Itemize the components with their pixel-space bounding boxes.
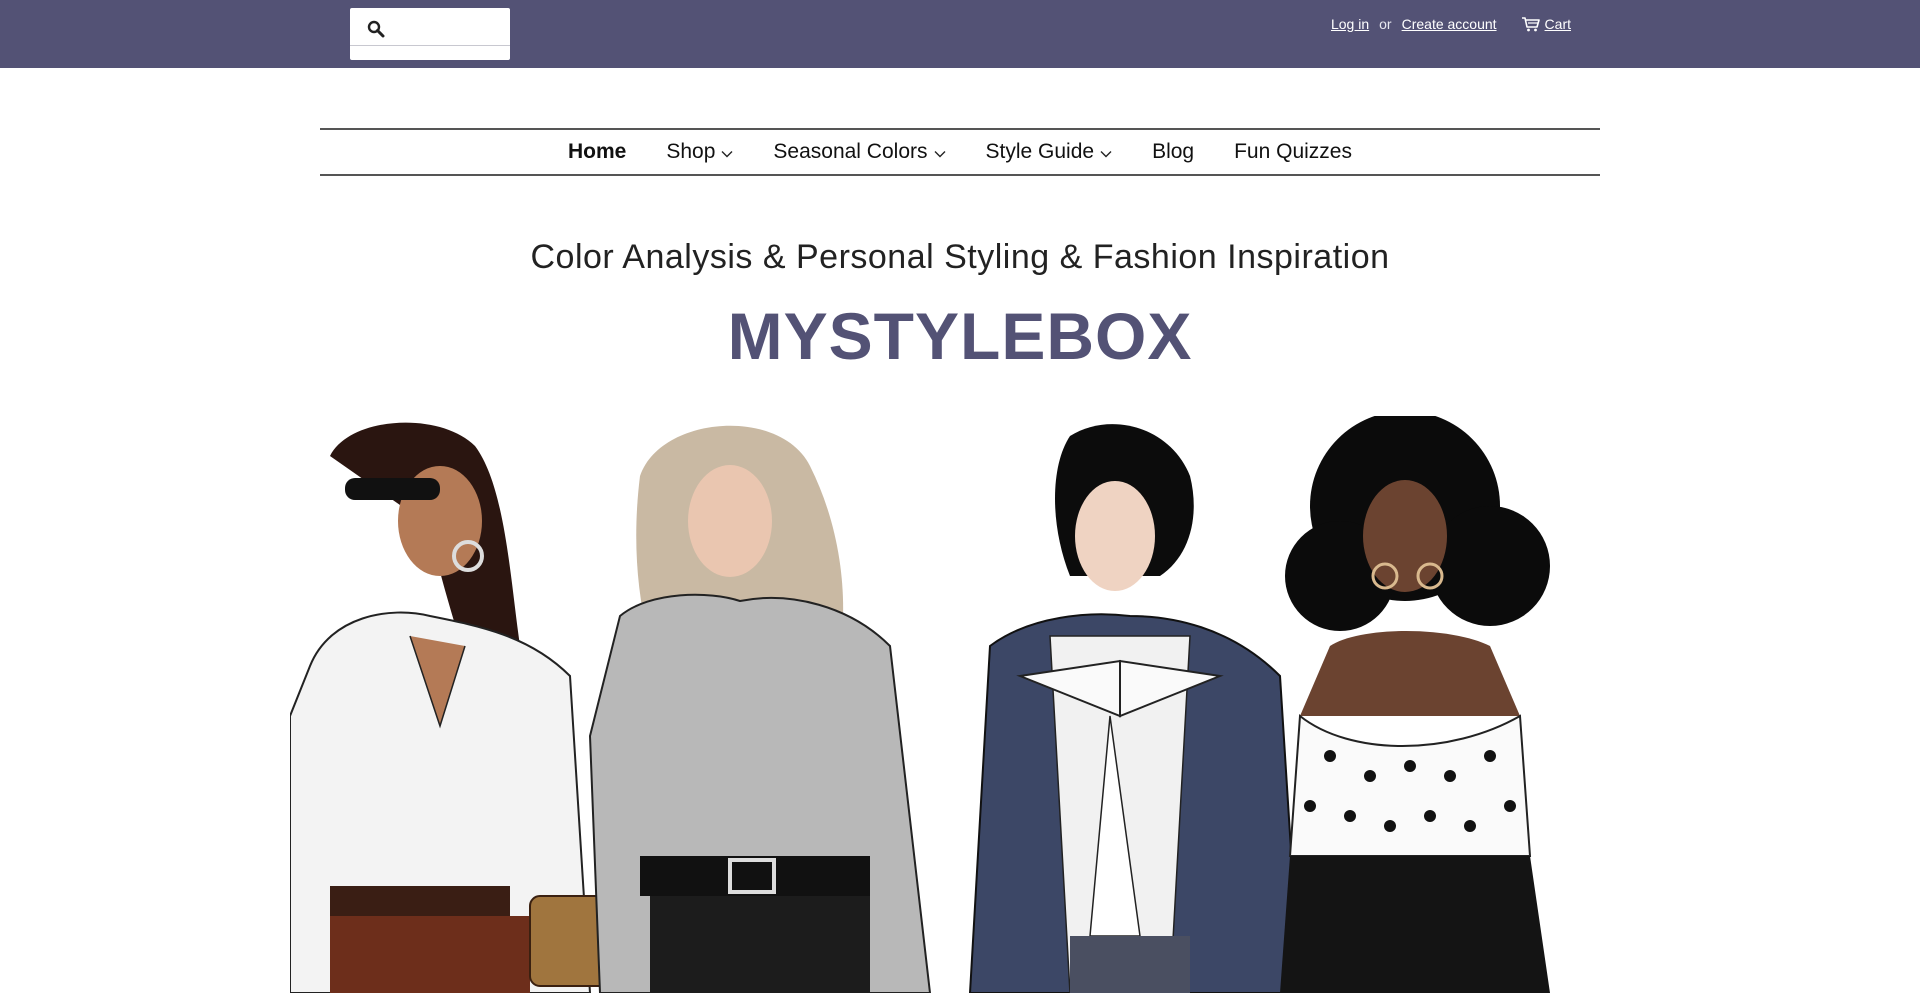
nav-item-fun-quizzes[interactable]: Fun Quizzes xyxy=(1214,140,1372,164)
account-links: Log in or Create account Cart xyxy=(1331,14,1571,34)
site-tagline: Color Analysis & Personal Styling & Fash… xyxy=(530,238,1390,276)
fashion-illustration-icon xyxy=(290,416,1550,993)
figure-3 xyxy=(968,424,1302,993)
chevron-down-icon xyxy=(721,150,733,157)
cart-icon[interactable] xyxy=(1521,16,1541,32)
nav-item-label: Seasonal Colors xyxy=(773,140,928,163)
search-divider xyxy=(350,45,510,46)
nav-item-blog[interactable]: Blog xyxy=(1132,140,1214,164)
nav-item-style-guide[interactable]: Style Guide xyxy=(966,140,1133,164)
cart-link[interactable]: Cart xyxy=(1545,16,1571,32)
nav-item-label: Fun Quizzes xyxy=(1234,140,1352,163)
login-link[interactable]: Log in xyxy=(1331,16,1369,32)
search-input[interactable] xyxy=(394,14,504,44)
create-account-link[interactable]: Create account xyxy=(1402,16,1497,32)
site-logo-title[interactable]: MYSTYLEBOX xyxy=(0,298,1920,374)
chevron-down-icon xyxy=(934,150,945,157)
nav-item-label: Home xyxy=(568,140,627,163)
nav-item-home[interactable]: Home xyxy=(548,140,646,164)
nav-item-seasonal-colors[interactable]: Seasonal Colors xyxy=(753,140,965,164)
figure-4 xyxy=(1280,416,1550,993)
hero-image xyxy=(290,416,1630,993)
nav-item-label: Style Guide xyxy=(985,140,1095,163)
figure-1 xyxy=(290,422,611,993)
nav-item-shop[interactable]: Shop xyxy=(646,140,753,164)
search-box[interactable] xyxy=(350,8,510,60)
top-bar: Log in or Create account Cart xyxy=(0,0,1920,68)
search-icon[interactable] xyxy=(366,19,386,39)
main-navigation: Home Shop Seasonal Colors Style Guide Bl… xyxy=(320,128,1600,176)
chevron-down-icon xyxy=(1100,150,1112,157)
cart-link-wrapper[interactable]: Cart xyxy=(1521,16,1571,32)
figure-2 xyxy=(588,425,932,993)
nav-item-label: Shop xyxy=(666,140,716,163)
or-separator: or xyxy=(1379,16,1392,32)
nav-item-label: Blog xyxy=(1152,140,1195,163)
